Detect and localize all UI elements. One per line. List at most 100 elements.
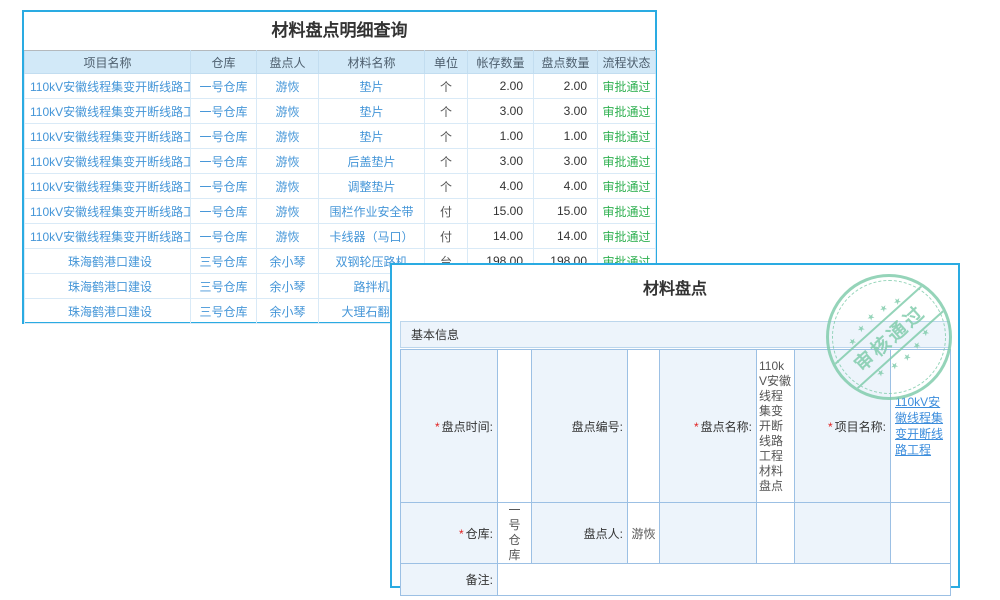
cell-warehouse: 一号仓库 xyxy=(191,99,257,124)
col-header-book-qty: 帐存数量 xyxy=(468,51,534,74)
cell-material: 垫片 xyxy=(319,124,425,149)
cell-person: 余小琴 xyxy=(257,249,319,274)
cell-material: 调整垫片 xyxy=(319,174,425,199)
cell-person: 游恢 xyxy=(257,224,319,249)
inventory-time-field[interactable] xyxy=(498,350,532,503)
table-row[interactable]: 110kV安徽线程集变开断线路工程 一号仓库 游恢 卡线器（马口） 付 14.0… xyxy=(25,224,656,249)
inventory-time-label: *盘点时间: xyxy=(401,350,498,503)
query-panel-title: 材料盘点明细查询 xyxy=(24,12,655,50)
cell-count-qty: 4.00 xyxy=(534,174,598,199)
cell-material: 垫片 xyxy=(319,99,425,124)
cell-unit: 个 xyxy=(425,174,468,199)
cell-person: 游恢 xyxy=(257,74,319,99)
warehouse-label: *仓库: xyxy=(401,503,498,564)
cell-project: 珠海鹤港口建设 xyxy=(25,274,191,299)
cell-person: 游恢 xyxy=(257,124,319,149)
col-header-count-qty: 盘点数量 xyxy=(534,51,598,74)
required-marker: * xyxy=(459,527,464,541)
cell-project: 110kV安徽线程集变开断线路工程 xyxy=(25,74,191,99)
remark-field[interactable] xyxy=(498,564,951,596)
cell-status: 审批通过 xyxy=(598,174,656,199)
cell-warehouse: 三号仓库 xyxy=(191,299,257,324)
cell-project: 110kV安徽线程集变开断线路工程 xyxy=(25,149,191,174)
col-header-project: 项目名称 xyxy=(25,51,191,74)
remark-label: 备注: xyxy=(401,564,498,596)
cell-count-qty: 3.00 xyxy=(534,149,598,174)
inventory-name-label: *盘点名称: xyxy=(660,350,757,503)
col-header-unit: 单位 xyxy=(425,51,468,74)
table-header-row: 项目名称 仓库 盘点人 材料名称 单位 帐存数量 盘点数量 流程状态 xyxy=(25,51,656,74)
stamp-rotated-content: ★★★★★ 审核通过 ★★★★★ xyxy=(826,274,952,400)
cell-material: 垫片 xyxy=(319,74,425,99)
cell-project: 珠海鹤港口建设 xyxy=(25,299,191,324)
cell-warehouse: 一号仓库 xyxy=(191,149,257,174)
inventory-name-value: 110kV安徽线程集变开断线路工程材料盘点 xyxy=(757,350,795,503)
cell-book-qty: 2.00 xyxy=(468,74,534,99)
cell-count-qty: 3.00 xyxy=(534,99,598,124)
cell-unit: 个 xyxy=(425,99,468,124)
cell-material: 后盖垫片 xyxy=(319,149,425,174)
cell-status: 审批通过 xyxy=(598,74,656,99)
cell-project: 110kV安徽线程集变开断线路工程 xyxy=(25,124,191,149)
required-marker: * xyxy=(435,420,440,434)
table-row[interactable]: 110kV安徽线程集变开断线路工程 一号仓库 游恢 调整垫片 个 4.00 4.… xyxy=(25,174,656,199)
page: 材料盘点明细查询 项目名称 仓库 盘点人 材料名称 单位 帐存数量 盘点数量 流… xyxy=(0,0,1000,600)
empty-label-cell xyxy=(795,503,891,564)
project-name-link[interactable]: 110kV安徽线程集变开断线路工程 xyxy=(891,394,950,458)
cell-status: 审批通过 xyxy=(598,124,656,149)
cell-project: 110kV安徽线程集变开断线路工程 xyxy=(25,199,191,224)
cell-status: 审批通过 xyxy=(598,149,656,174)
cell-count-qty: 1.00 xyxy=(534,124,598,149)
cell-count-qty: 2.00 xyxy=(534,74,598,99)
table-row[interactable]: 110kV安徽线程集变开断线路工程 一号仓库 游恢 围栏作业安全带 付 15.0… xyxy=(25,199,656,224)
cell-person: 游恢 xyxy=(257,174,319,199)
cell-status: 审批通过 xyxy=(598,99,656,124)
cell-unit: 个 xyxy=(425,74,468,99)
person-label: 盘点人: xyxy=(532,503,628,564)
cell-person: 游恢 xyxy=(257,99,319,124)
required-marker: * xyxy=(694,420,699,434)
table-row[interactable]: 110kV安徽线程集变开断线路工程 一号仓库 游恢 垫片 个 3.00 3.00… xyxy=(25,99,656,124)
cell-book-qty: 1.00 xyxy=(468,124,534,149)
col-header-warehouse: 仓库 xyxy=(191,51,257,74)
empty-label-cell xyxy=(660,503,757,564)
cell-material: 围栏作业安全带 xyxy=(319,199,425,224)
warehouse-value: 一号仓库 xyxy=(498,503,532,564)
cell-book-qty: 15.00 xyxy=(468,199,534,224)
cell-project: 110kV安徽线程集变开断线路工程 xyxy=(25,99,191,124)
cell-person: 游恢 xyxy=(257,149,319,174)
cell-book-qty: 4.00 xyxy=(468,174,534,199)
table-row[interactable]: 110kV安徽线程集变开断线路工程 一号仓库 游恢 垫片 个 1.00 1.00… xyxy=(25,124,656,149)
cell-count-qty: 15.00 xyxy=(534,199,598,224)
inventory-number-label: 盘点编号: xyxy=(532,350,628,503)
table-row[interactable]: 110kV安徽线程集变开断线路工程 一号仓库 游恢 后盖垫片 个 3.00 3.… xyxy=(25,149,656,174)
cell-warehouse: 三号仓库 xyxy=(191,274,257,299)
col-header-material: 材料名称 xyxy=(319,51,425,74)
cell-unit: 个 xyxy=(425,124,468,149)
cell-status: 审批通过 xyxy=(598,224,656,249)
cell-unit: 付 xyxy=(425,224,468,249)
cell-warehouse: 三号仓库 xyxy=(191,249,257,274)
cell-warehouse: 一号仓库 xyxy=(191,199,257,224)
empty-value-cell xyxy=(891,503,951,564)
cell-unit: 个 xyxy=(425,149,468,174)
cell-unit: 付 xyxy=(425,199,468,224)
cell-person: 余小琴 xyxy=(257,299,319,324)
cell-count-qty: 14.00 xyxy=(534,224,598,249)
cell-book-qty: 14.00 xyxy=(468,224,534,249)
required-marker: * xyxy=(828,420,833,434)
person-value: 游恢 xyxy=(628,503,660,564)
inventory-number-field[interactable] xyxy=(628,350,660,503)
col-header-status: 流程状态 xyxy=(598,51,656,74)
cell-warehouse: 一号仓库 xyxy=(191,124,257,149)
cell-warehouse: 一号仓库 xyxy=(191,74,257,99)
cell-person: 游恢 xyxy=(257,199,319,224)
cell-person: 余小琴 xyxy=(257,274,319,299)
cell-warehouse: 一号仓库 xyxy=(191,174,257,199)
cell-project: 110kV安徽线程集变开断线路工程 xyxy=(25,224,191,249)
table-row[interactable]: 110kV安徽线程集变开断线路工程 一号仓库 游恢 垫片 个 2.00 2.00… xyxy=(25,74,656,99)
empty-value-cell xyxy=(757,503,795,564)
approval-stamp: ★★★★★ 审核通过 ★★★★★ xyxy=(826,274,952,400)
cell-project: 110kV安徽线程集变开断线路工程 xyxy=(25,174,191,199)
cell-book-qty: 3.00 xyxy=(468,149,534,174)
